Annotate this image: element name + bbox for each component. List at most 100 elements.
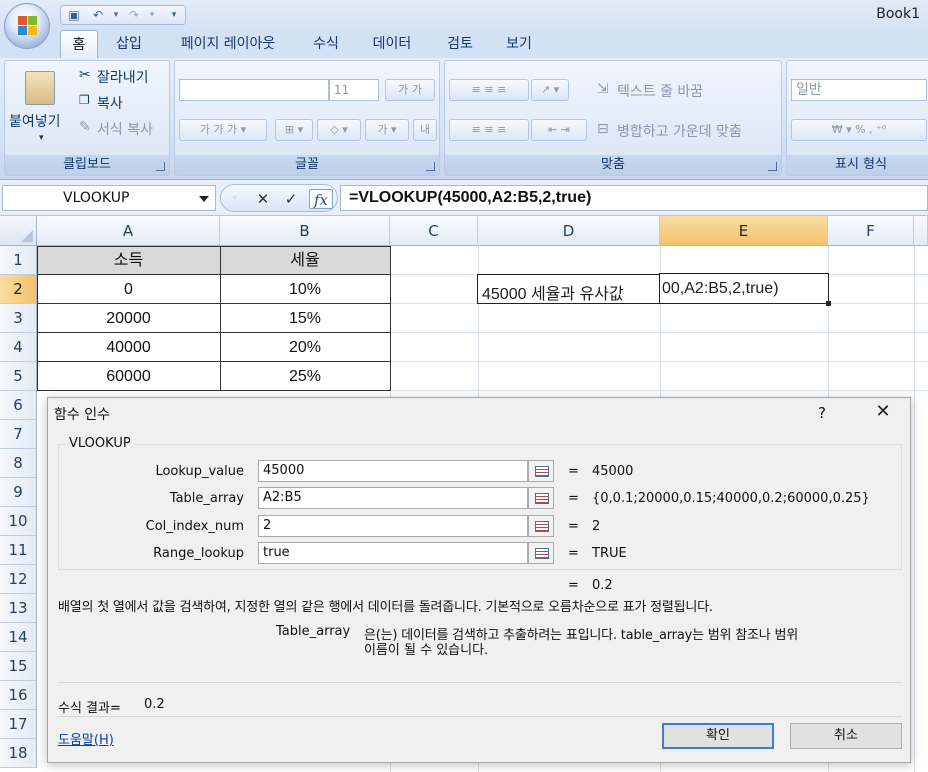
bold-italic-underline-button[interactable]: 가 가 가 ▾ (179, 119, 267, 141)
orientation-icon[interactable]: ↗ ▾ (531, 79, 569, 101)
cell-a3[interactable]: 20000 (37, 304, 220, 333)
tab-view[interactable]: 보기 (496, 30, 542, 58)
cell-b4[interactable]: 20% (220, 333, 390, 362)
arg-input-col-index-num[interactable]: 2 (258, 515, 528, 537)
ok-button[interactable]: 확인 (662, 723, 774, 749)
cell-d2[interactable]: 45000 세율과 유사값 (477, 274, 660, 304)
collapse-dialog-icon[interactable] (528, 487, 554, 509)
row-header-12[interactable]: 12 (0, 565, 37, 594)
office-logo-icon (18, 16, 38, 36)
row-header-14[interactable]: 14 (0, 623, 37, 652)
column-header-f[interactable]: F (828, 216, 914, 246)
redo-dropdown-icon[interactable]: ▾ (143, 8, 161, 23)
copy-icon: ❐ (79, 93, 90, 107)
dialog-close-icon[interactable]: ✕ (872, 401, 894, 423)
cell-b2[interactable]: 10% (220, 275, 390, 304)
workbook-title: Book1 (876, 6, 920, 22)
select-all-button[interactable] (0, 216, 37, 246)
dialog-help-button[interactable]: ? (818, 404, 826, 422)
fill-color-icon[interactable]: ◇ ▾ (317, 119, 361, 141)
paste-button[interactable]: 붙여넣기 (9, 111, 61, 131)
row-header-6[interactable]: 6 (0, 391, 37, 420)
alignment-launcher-icon[interactable] (768, 162, 777, 171)
row-header-8[interactable]: 8 (0, 449, 37, 478)
copy-button[interactable]: 복사 (97, 93, 123, 113)
save-icon[interactable]: ▣ (65, 8, 83, 23)
tab-review[interactable]: 검토 (436, 30, 484, 58)
row-header-4[interactable]: 4 (0, 333, 37, 362)
arg-label-table-array: Table_array (169, 491, 244, 506)
column-header-e[interactable]: E (660, 216, 828, 246)
cancel-button[interactable]: 취소 (790, 723, 902, 749)
column-header-g[interactable] (914, 216, 928, 246)
collapse-dialog-icon[interactable] (528, 515, 554, 537)
column-header-c[interactable]: C (390, 216, 478, 246)
row-header-9[interactable]: 9 (0, 478, 37, 507)
cell-e2-active[interactable]: 00,A2:B5,2,true) (659, 273, 831, 306)
fill-handle[interactable] (826, 301, 831, 306)
row-header-3[interactable]: 3 (0, 304, 37, 333)
undo-icon[interactable]: ↶ (89, 8, 107, 23)
row-header-10[interactable]: 10 (0, 507, 37, 536)
collapse-dialog-icon[interactable] (528, 542, 554, 564)
row-header-13[interactable]: 13 (0, 594, 37, 623)
formula-input[interactable]: =VLOOKUP(45000,A2:B5,2,true) (340, 185, 928, 211)
arg-input-range-lookup[interactable]: true (258, 542, 528, 564)
font-size-box[interactable]: 11 (329, 79, 379, 101)
cell-a1[interactable]: 소득 (37, 246, 220, 275)
cell-b5[interactable]: 25% (220, 362, 390, 391)
number-format-box[interactable]: 일반 (791, 79, 927, 101)
column-header-b[interactable]: B (220, 216, 390, 246)
confirm-entry-icon[interactable]: ✓ (279, 189, 303, 209)
number-format-icons[interactable]: ₩ ▾ % , ⁺⁰ (791, 119, 927, 141)
row-header-2[interactable]: 2 (0, 275, 37, 304)
column-header-a[interactable]: A (37, 216, 220, 246)
tab-insert[interactable]: 삽입 (108, 30, 150, 58)
row-header-1[interactable]: 1 (0, 246, 37, 275)
format-painter-button[interactable]: 서식 복사 (97, 119, 153, 139)
vertical-align-icons[interactable]: ≡ ≡ ≡ (449, 79, 529, 101)
name-box[interactable]: VLOOKUP (2, 185, 216, 211)
name-box-dropdown-icon[interactable] (199, 196, 209, 202)
row-header-11[interactable]: 11 (0, 536, 37, 565)
cell-b3[interactable]: 15% (220, 304, 390, 333)
tab-page-layout[interactable]: 페이지 레이아웃 (166, 30, 290, 58)
paste-dropdown-icon[interactable]: ▾ (39, 133, 44, 143)
insert-function-icon[interactable]: fx (309, 189, 333, 209)
row-header-5[interactable]: 5 (0, 362, 37, 391)
cell-a4[interactable]: 40000 (37, 333, 220, 362)
undo-dropdown-icon[interactable]: ▾ (107, 8, 125, 23)
cancel-entry-icon[interactable]: ✕ (251, 189, 275, 209)
indent-icons[interactable]: ⇤ ⇥ (531, 119, 587, 141)
redo-icon[interactable]: ↷ (125, 8, 143, 23)
cell-a2[interactable]: 0 (37, 275, 220, 304)
wrap-text-button[interactable]: 텍스트 줄 바꿈 (617, 81, 703, 101)
font-grow-shrink-button[interactable]: 가 가 (385, 79, 435, 101)
customize-icon[interactable]: ▾ (165, 8, 183, 23)
row-header-16[interactable]: 16 (0, 681, 37, 710)
row-header-7[interactable]: 7 (0, 420, 37, 449)
clipboard-launcher-icon[interactable] (156, 162, 165, 171)
tab-home[interactable]: 홈 (60, 30, 98, 58)
tab-data[interactable]: 데이터 (362, 30, 422, 58)
row-header-15[interactable]: 15 (0, 652, 37, 681)
row-header-17[interactable]: 17 (0, 710, 37, 739)
row-header-18[interactable]: 18 (0, 739, 37, 768)
font-launcher-icon[interactable] (426, 162, 435, 171)
font-color-icon[interactable]: 가 ▾ (365, 119, 409, 141)
merge-center-button[interactable]: 병합하고 가운데 맞춤 (617, 121, 742, 141)
cell-b1[interactable]: 세율 (220, 246, 390, 275)
borders-icon[interactable]: ⊞ ▾ (275, 119, 313, 141)
cell-a5[interactable]: 60000 (37, 362, 220, 391)
tab-formulas[interactable]: 수식 (304, 30, 348, 58)
help-link[interactable]: 도움말(H) (58, 729, 114, 748)
phonetic-icon[interactable]: 내 (413, 119, 437, 141)
column-header-d[interactable]: D (478, 216, 660, 246)
arg-input-lookup-value[interactable]: 45000 (258, 460, 528, 482)
office-button[interactable] (4, 3, 50, 49)
cut-button[interactable]: 잘라내기 (97, 67, 149, 87)
collapse-dialog-icon[interactable] (528, 460, 554, 482)
font-name-box[interactable] (179, 79, 329, 101)
arg-input-table-array[interactable]: A2:B5 (258, 487, 528, 509)
horizontal-align-icons[interactable]: ≡ ≡ ≡ (449, 119, 529, 141)
